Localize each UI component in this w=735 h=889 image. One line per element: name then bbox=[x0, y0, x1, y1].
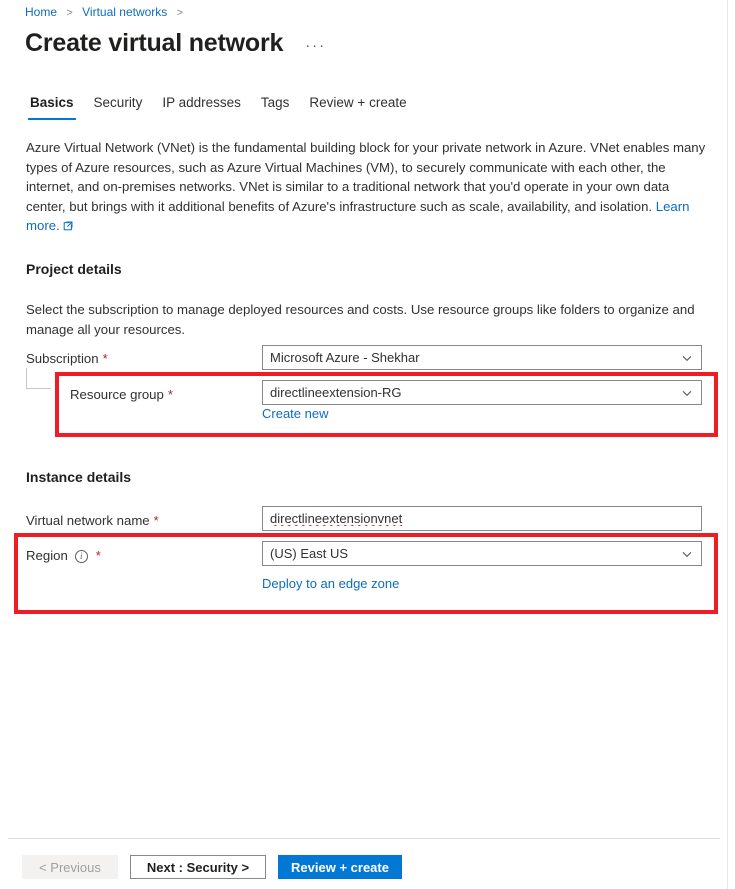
section-heading-instance-details: Instance details bbox=[26, 469, 132, 485]
tab-bar: Basics Security IP addresses Tags Review… bbox=[20, 90, 417, 120]
tab-security[interactable]: Security bbox=[84, 94, 153, 120]
project-details-subtext: Select the subscription to manage deploy… bbox=[26, 302, 695, 337]
tab-review-create[interactable]: Review + create bbox=[299, 94, 416, 120]
deploy-to-edge-zone-link[interactable]: Deploy to an edge zone bbox=[262, 576, 399, 591]
blade-right-edge bbox=[727, 0, 735, 889]
virtual-network-name-label-text: Virtual network name bbox=[26, 513, 150, 528]
breadcrumb-item-home[interactable]: Home bbox=[25, 5, 57, 19]
region-dropdown[interactable]: (US) East US bbox=[262, 541, 702, 566]
review-create-button[interactable]: Review + create bbox=[278, 855, 402, 879]
page-title: Create virtual network bbox=[25, 29, 284, 57]
virtual-network-name-input[interactable]: directlineextensionvnet bbox=[262, 506, 702, 531]
virtual-network-name-required-indicator: * bbox=[153, 513, 159, 528]
region-required-indicator: * bbox=[95, 548, 101, 563]
tab-basics[interactable]: Basics bbox=[20, 94, 84, 120]
subscription-label: Subscription * bbox=[26, 350, 108, 368]
description-text: Azure Virtual Network (VNet) is the fund… bbox=[26, 140, 706, 214]
chevron-down-icon bbox=[681, 387, 693, 399]
subscription-dropdown[interactable]: Microsoft Azure - Shekhar bbox=[262, 345, 702, 370]
footer-divider bbox=[8, 838, 720, 839]
tab-ip-addresses[interactable]: IP addresses bbox=[152, 94, 251, 120]
subscription-required-indicator: * bbox=[102, 351, 108, 366]
subscription-label-text: Subscription bbox=[26, 351, 99, 366]
create-virtual-network-blade: Home > Virtual networks > Create virtual… bbox=[0, 0, 727, 889]
virtual-network-name-label: Virtual network name * bbox=[26, 512, 159, 530]
breadcrumb-item-virtual-networks[interactable]: Virtual networks bbox=[82, 5, 167, 19]
blade-description: Azure Virtual Network (VNet) is the fund… bbox=[26, 138, 711, 237]
tab-tags[interactable]: Tags bbox=[251, 94, 300, 120]
chevron-down-icon bbox=[681, 548, 693, 560]
breadcrumb-separator-icon: > bbox=[66, 7, 73, 19]
breadcrumb-separator-icon-2: > bbox=[176, 7, 184, 19]
resource-group-required-indicator: * bbox=[167, 387, 173, 402]
resource-group-label-text: Resource group bbox=[70, 387, 164, 402]
resource-group-indent-connector bbox=[26, 368, 51, 389]
region-label-text: Region bbox=[26, 548, 68, 563]
footer-actions: < Previous Next : Security > Review + cr… bbox=[22, 855, 402, 879]
virtual-network-name-value: directlineextensionvnet bbox=[270, 511, 403, 526]
resource-group-value: directlineextension-RG bbox=[270, 385, 402, 400]
external-link-icon bbox=[63, 217, 73, 237]
region-label: Region i * bbox=[26, 547, 101, 565]
chevron-down-icon bbox=[681, 352, 693, 364]
section-heading-project-details: Project details bbox=[26, 261, 122, 277]
resource-group-label: Resource group * bbox=[70, 386, 173, 404]
more-options-icon[interactable]: ··· bbox=[305, 38, 326, 53]
subscription-value: Microsoft Azure - Shekhar bbox=[270, 350, 420, 365]
create-new-resource-group-link[interactable]: Create new bbox=[262, 406, 328, 421]
resource-group-dropdown[interactable]: directlineextension-RG bbox=[262, 380, 702, 405]
previous-button[interactable]: < Previous bbox=[22, 855, 118, 879]
region-value: (US) East US bbox=[270, 546, 349, 561]
next-security-button[interactable]: Next : Security > bbox=[130, 855, 266, 879]
breadcrumb: Home > Virtual networks > bbox=[25, 4, 189, 21]
info-icon[interactable]: i bbox=[74, 549, 88, 563]
title-row: Create virtual network ··· bbox=[25, 27, 326, 59]
